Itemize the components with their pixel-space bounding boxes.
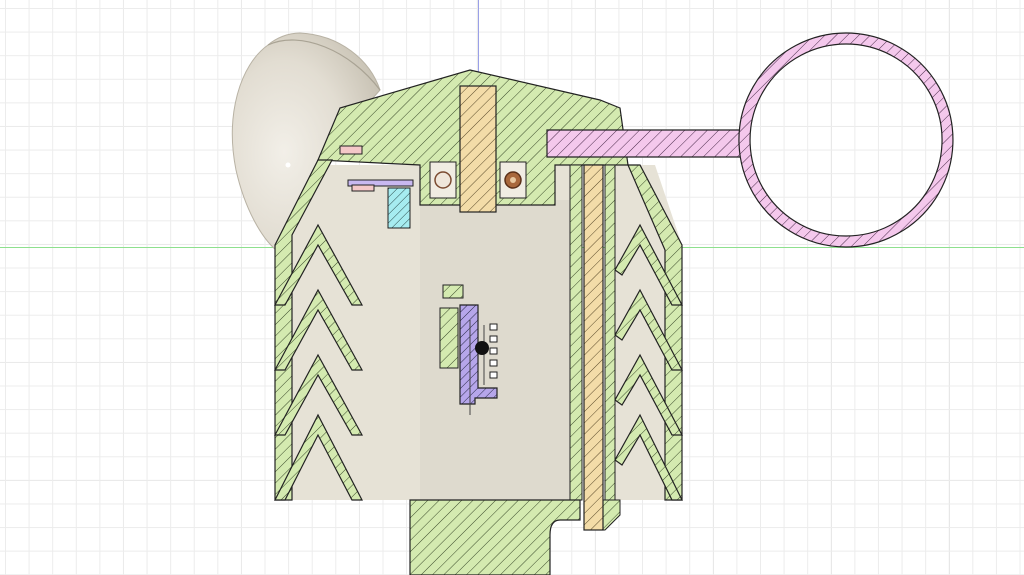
cad-viewport[interactable] [0,0,1024,575]
threaded-rod[interactable] [583,164,604,531]
bearing-left[interactable] [429,161,457,199]
bearing-right[interactable] [499,161,527,199]
central-shaft[interactable] [459,85,497,213]
